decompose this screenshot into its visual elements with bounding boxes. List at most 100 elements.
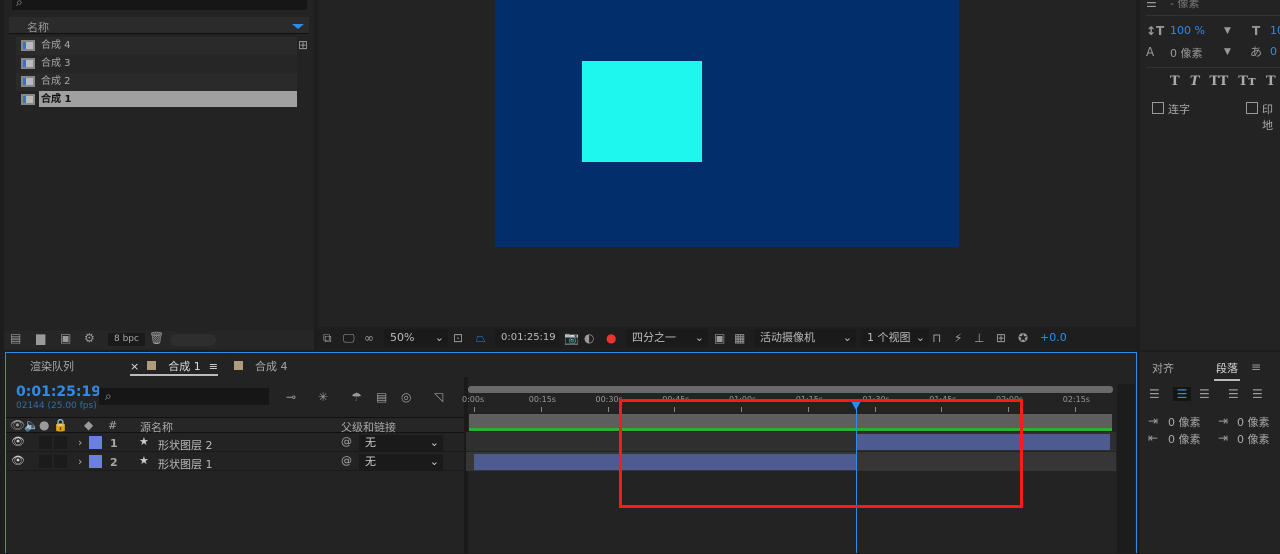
column-header-name[interactable]: 名称 — [9, 17, 309, 34]
tab-comp[interactable]: 合成 4 — [234, 358, 288, 376]
region-of-interest-icon[interactable]: ▣ — [714, 331, 725, 345]
timeline-scrollbar[interactable] — [1117, 384, 1135, 553]
tab-paragraph[interactable]: 段落 — [1214, 360, 1240, 381]
always-preview-icon[interactable]: ⧉ — [323, 331, 332, 345]
frame-blending-icon[interactable]: ▤ — [376, 390, 387, 404]
space-before-value[interactable]: 0 像素 — [1237, 414, 1270, 430]
resolution-dropdown[interactable]: 四分之一⌄ — [626, 329, 708, 347]
ligature-checkbox[interactable] — [1152, 102, 1164, 114]
bpc-button[interactable]: 8 bpc — [108, 333, 145, 346]
align-right-icon[interactable]: ☰ — [1199, 387, 1210, 401]
reset-exposure-icon[interactable]: ✪ — [1018, 331, 1028, 345]
annotation-highlight-box — [619, 399, 1023, 508]
flowchart-icon[interactable]: ⊞ — [996, 331, 1006, 345]
indent-left-value[interactable]: 0 像素 — [1168, 414, 1201, 430]
camera-dropdown[interactable]: 活动摄像机⌄ — [754, 329, 856, 347]
parent-dropdown[interactable]: 无⌄ — [359, 435, 443, 451]
layer-label-color[interactable] — [89, 455, 102, 468]
text-style-button[interactable]: T — [1190, 74, 1200, 89]
expand-chevron-icon[interactable]: › — [78, 455, 82, 468]
layer-row[interactable]: 👁›1★形状图层 2@无⌄ — [6, 434, 466, 452]
new-composition-icon[interactable]: ▣ — [60, 331, 71, 345]
composition-canvas[interactable] — [495, 0, 959, 247]
trash-icon[interactable]: 🗑 — [149, 331, 164, 345]
panel-menu-icon[interactable]: ≡ — [1251, 360, 1261, 374]
project-search-input[interactable]: ⌕ — [12, 0, 307, 10]
draft-3d-icon[interactable]: ✳ — [318, 390, 328, 404]
leading-value[interactable]: 100 % — [1170, 24, 1205, 37]
space-before-icon: ⇥ — [1218, 414, 1228, 428]
text-style-button[interactable]: Tт — [1238, 74, 1256, 89]
tab-menu-icon[interactable]: ≡ — [209, 360, 218, 373]
expand-chevron-icon[interactable]: › — [78, 436, 82, 449]
vr-icon[interactable]: ∞ — [364, 331, 374, 345]
column-parent[interactable]: 父级和链接 — [341, 419, 396, 435]
interpret-footage-icon[interactable]: ▤ — [10, 331, 21, 345]
comp-mini-flowchart-icon[interactable]: ⊸ — [286, 390, 296, 404]
cyan-shape-layer[interactable] — [582, 61, 702, 162]
justify-center-icon[interactable]: ☰ — [1252, 387, 1263, 401]
zoom-dropdown[interactable]: 50%⌄ — [384, 329, 448, 347]
text-style-button[interactable]: T — [1170, 74, 1180, 89]
tab-render-queue[interactable]: 渲染队列 — [30, 358, 74, 376]
project-item-label: 合成 4 — [39, 39, 71, 55]
motion-blur-icon[interactable]: ◎ — [401, 390, 411, 404]
project-item-label: 合成 3 — [39, 57, 71, 73]
timeline-icon[interactable]: ⊥ — [974, 331, 984, 345]
project-item[interactable]: 合成 2 — [16, 73, 297, 91]
space-after-value[interactable]: 0 像素 — [1237, 431, 1270, 447]
current-time[interactable]: 0:01:25:19 — [16, 384, 101, 400]
lock-toggle[interactable] — [54, 455, 67, 468]
layer-column-header: 👁 🔈 ● 🔒 ◆ # 源名称 父级和链接 — [6, 417, 466, 433]
snapshot-icon[interactable]: 📷 — [564, 331, 579, 345]
layer-search-input[interactable]: ⌕ — [99, 388, 269, 405]
fast-previews-icon[interactable]: ⚡ — [954, 331, 962, 345]
visibility-eye-icon[interactable]: 👁 — [11, 454, 25, 467]
exposure-value[interactable]: +0.0 — [1040, 331, 1067, 344]
mask-visibility-icon[interactable]: ⏢ — [476, 331, 486, 345]
show-snapshot-icon[interactable]: ◐ — [584, 331, 594, 345]
tab-comp[interactable]: ×合成 1≡ — [130, 358, 218, 376]
vertical-scale-value[interactable]: 10 — [1270, 24, 1280, 37]
project-settings-icon[interactable]: ⚙ — [84, 331, 95, 345]
views-dropdown[interactable]: 1 个视图⌄ — [861, 329, 929, 347]
visibility-eye-icon[interactable]: 👁 — [11, 435, 25, 448]
safe-zones-icon[interactable]: ⊡ — [453, 331, 463, 345]
tsume-value[interactable]: 0 — [1270, 45, 1277, 58]
layer-label-color[interactable] — [89, 436, 102, 449]
solo-toggle[interactable] — [39, 455, 52, 468]
justify-left-icon[interactable]: ☰ — [1228, 387, 1239, 401]
column-source-name[interactable]: 源名称 — [140, 419, 173, 435]
indent-right-value[interactable]: 0 像素 — [1168, 431, 1201, 447]
project-item[interactable]: 合成 1 — [16, 91, 297, 109]
lock-toggle[interactable] — [54, 436, 67, 449]
toggle-pixel-aspect-icon[interactable]: ⊓ — [932, 331, 941, 345]
layer-name[interactable]: 形状图层 1 — [158, 456, 213, 472]
pick-whip-icon[interactable]: @ — [341, 435, 352, 448]
monitor-icon[interactable]: 🖵 — [343, 331, 355, 345]
color-channels-icon[interactable]: ● — [606, 331, 616, 345]
tab-align[interactable]: 对齐 — [1152, 360, 1174, 376]
align-center-icon[interactable]: ☰ — [1173, 387, 1191, 401]
parent-dropdown[interactable]: 无⌄ — [359, 454, 443, 470]
graph-editor-icon[interactable]: ◹ — [434, 390, 443, 404]
scroll-thumb[interactable] — [170, 334, 216, 346]
pick-whip-icon[interactable]: @ — [341, 454, 352, 467]
transparency-grid-icon[interactable]: ▦ — [734, 331, 745, 345]
layer-row[interactable]: 👁›2★形状图层 1@无⌄ — [6, 453, 466, 471]
layer-name[interactable]: 形状图层 2 — [158, 437, 213, 453]
close-tab-icon[interactable]: × — [130, 360, 139, 373]
baseline-value[interactable]: 0 像素 — [1170, 45, 1203, 61]
solo-icon: ● — [39, 418, 49, 432]
text-style-button[interactable]: TT — [1209, 74, 1228, 89]
solo-toggle[interactable] — [39, 436, 52, 449]
project-item[interactable]: 合成 3 — [16, 55, 297, 73]
align-left-icon[interactable]: ☰ — [1149, 387, 1160, 401]
new-folder-icon[interactable]: ▆ — [36, 331, 45, 345]
current-time-display[interactable]: 0:01:25:19 — [495, 329, 559, 347]
text-style-button[interactable]: T — [1266, 74, 1276, 89]
flowchart-icon[interactable]: ⊞ — [298, 38, 308, 52]
hindi-checkbox[interactable] — [1246, 102, 1258, 114]
hide-shy-layers-icon[interactable]: ☂ — [351, 390, 362, 404]
project-item[interactable]: 合成 4 — [16, 37, 297, 55]
